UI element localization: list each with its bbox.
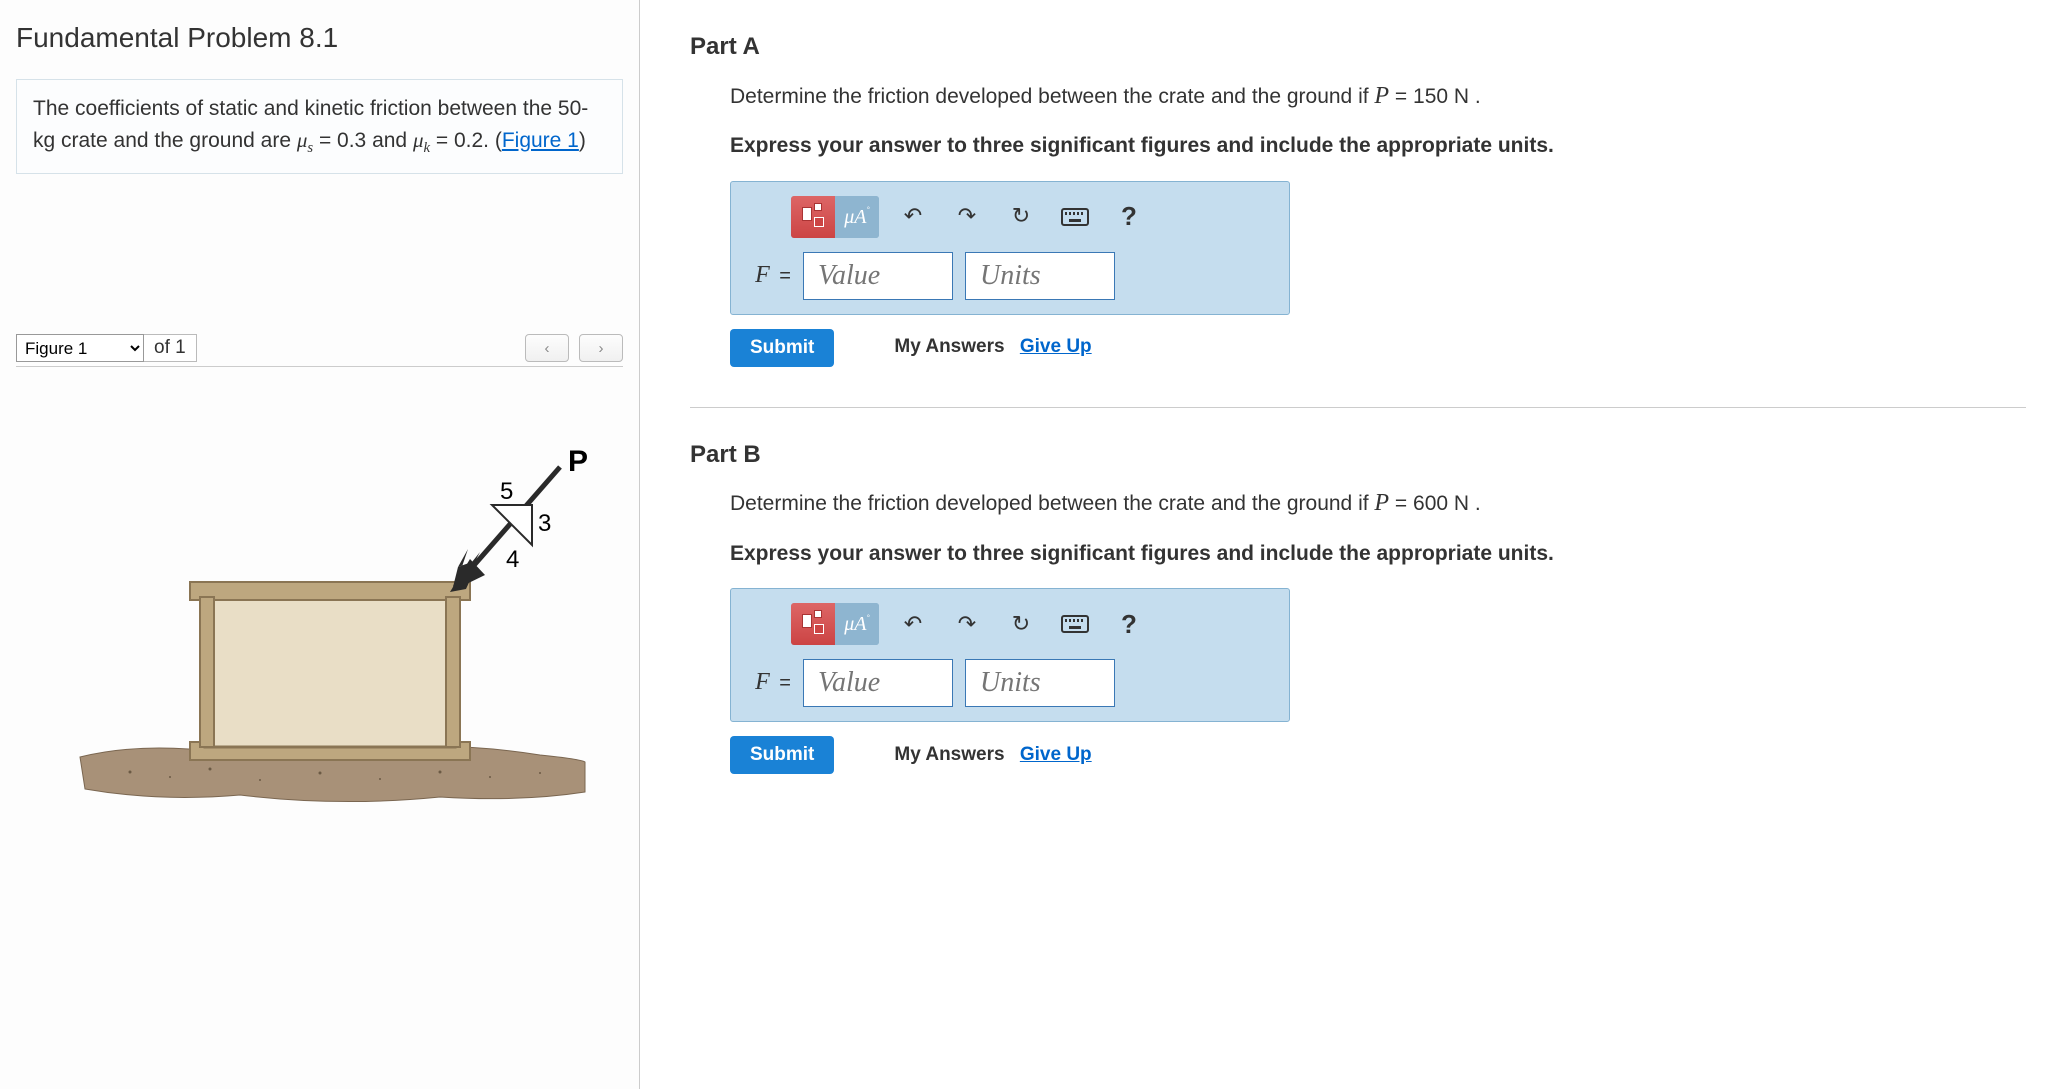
units-icon[interactable]: μA° <box>835 196 879 238</box>
redo-icon[interactable]: ↷ <box>947 199 987 235</box>
part-b-submit-row: Submit My Answers Give Up <box>730 736 2026 774</box>
mu-s-symbol: μ <box>297 128 308 152</box>
figure-nav: ‹ › <box>525 334 623 362</box>
part-b-submit-button[interactable]: Submit <box>730 736 834 774</box>
part-a-links: My Answers Give Up <box>894 334 1091 361</box>
figure-prev-button[interactable]: ‹ <box>525 334 569 362</box>
keyboard-icon[interactable] <box>1055 199 1095 235</box>
figure-select[interactable]: Figure 1 <box>16 334 144 362</box>
mu-k-val: = 0.2. ( <box>430 129 502 152</box>
triangle-opp: 3 <box>538 510 551 537</box>
answer-variable: F = <box>751 259 791 293</box>
triangle-hyp: 5 <box>500 478 513 505</box>
mu-k-symbol: μ <box>413 128 424 152</box>
help-icon[interactable]: ? <box>1109 199 1149 235</box>
part-b-answer-box: μA° ↶ ↷ ↻ ? F = <box>730 588 1290 722</box>
part-b-answer-row: F = <box>731 653 1289 721</box>
figure-image: 5 3 4 P <box>16 397 623 836</box>
part-b-links: My Answers Give Up <box>894 742 1091 769</box>
part-a-answer-box: μA° ↶ ↷ ↻ ? F = <box>730 181 1290 315</box>
help-icon[interactable]: ? <box>1109 606 1149 642</box>
give-up-link[interactable]: Give Up <box>1020 744 1092 765</box>
units-icon[interactable]: μA° <box>835 603 879 645</box>
p-symbol: P <box>1374 490 1389 516</box>
left-panel: Fundamental Problem 8.1 The coefficients… <box>0 0 640 1089</box>
my-answers-label: My Answers <box>894 336 1004 357</box>
answer-variable: F = <box>751 666 791 700</box>
template-tool-group: μA° <box>791 603 879 645</box>
template-tool-group: μA° <box>791 196 879 238</box>
p-symbol: P <box>1374 83 1389 109</box>
part-divider <box>690 407 2026 408</box>
undo-icon[interactable]: ↶ <box>893 606 933 642</box>
reset-icon[interactable]: ↻ <box>1001 199 1041 235</box>
part-b-heading: Part B <box>690 438 2026 472</box>
force-label: P <box>568 445 588 478</box>
part-a-value-input[interactable] <box>803 252 953 300</box>
part-b-toolbar: μA° ↶ ↷ ↻ ? <box>731 589 1289 653</box>
part-a-heading: Part A <box>690 30 2026 64</box>
part-b-question: Determine the friction developed between… <box>730 487 2026 521</box>
keyboard-icon[interactable] <box>1055 606 1095 642</box>
part-b-instruction: Express your answer to three significant… <box>730 539 2026 568</box>
figure-next-button[interactable]: › <box>579 334 623 362</box>
part-a-submit-row: Submit My Answers Give Up <box>730 329 2026 367</box>
desc-end: ) <box>579 129 586 152</box>
part-a-instruction: Express your answer to three significant… <box>730 131 2026 160</box>
problem-title: Fundamental Problem 8.1 <box>16 18 623 57</box>
undo-icon[interactable]: ↶ <box>893 199 933 235</box>
part-b-units-input[interactable] <box>965 659 1115 707</box>
my-answers-label: My Answers <box>894 744 1004 765</box>
part-a-toolbar: μA° ↶ ↷ ↻ ? <box>731 182 1289 246</box>
figure-count: of 1 <box>144 334 197 362</box>
figure-link[interactable]: Figure 1 <box>502 129 579 152</box>
triangle-adj: 4 <box>506 546 519 573</box>
redo-icon[interactable]: ↷ <box>947 606 987 642</box>
part-a-question: Determine the friction developed between… <box>730 80 2026 114</box>
give-up-link[interactable]: Give Up <box>1020 336 1092 357</box>
right-panel: Part A Determine the friction developed … <box>640 0 2046 1089</box>
templates-icon[interactable] <box>791 196 835 238</box>
part-a-units-input[interactable] <box>965 252 1115 300</box>
problem-description: The coefficients of static and kinetic f… <box>16 79 623 174</box>
figure-selector-group: Figure 1 of 1 <box>16 334 197 362</box>
part-a-answer-row: F = <box>731 246 1289 314</box>
reset-icon[interactable]: ↻ <box>1001 606 1041 642</box>
figure-header: Figure 1 of 1 ‹ › <box>16 334 623 367</box>
part-b-value-input[interactable] <box>803 659 953 707</box>
mu-s-val: = 0.3 and <box>313 129 413 152</box>
part-a-submit-button[interactable]: Submit <box>730 329 834 367</box>
templates-icon[interactable] <box>791 603 835 645</box>
